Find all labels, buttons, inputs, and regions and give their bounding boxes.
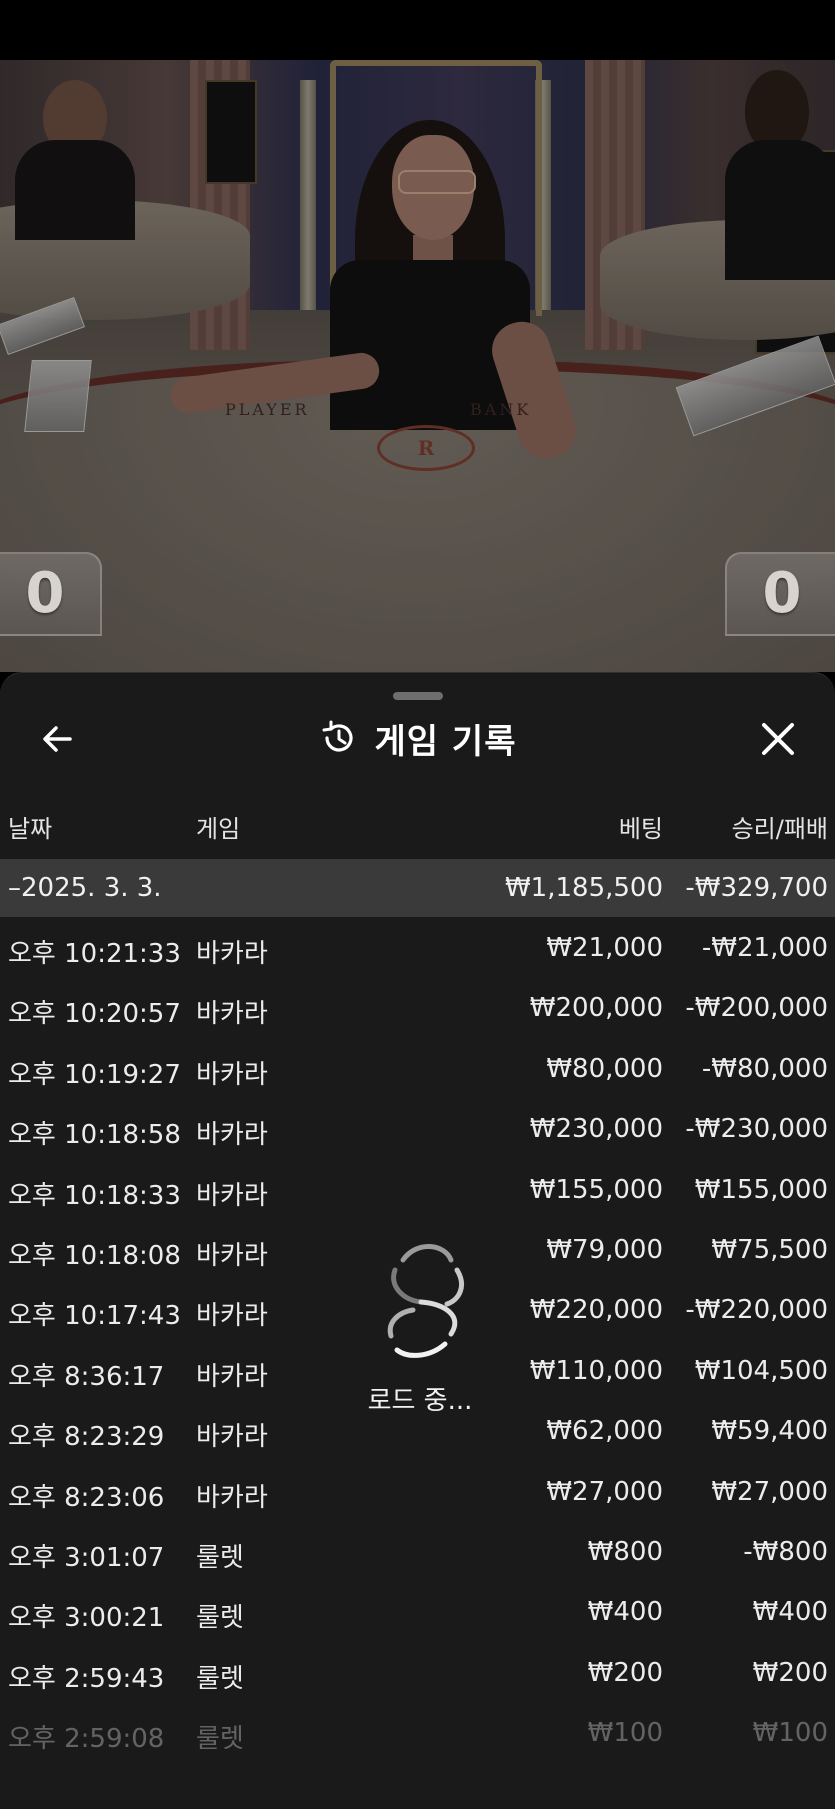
history-column-headers: 날짜 게임 베팅 승리/패배 (0, 809, 835, 849)
history-row[interactable]: 오후 2:59:43 룰렛 ₩200 ₩200 (0, 1642, 835, 1702)
row-bet: ₩230,000 (529, 1114, 663, 1145)
sheet-title: 게임 기록 (374, 721, 517, 762)
row-time: 오후 10:18:08 (8, 1240, 181, 1271)
row-game: 바카라 (196, 999, 268, 1030)
row-game: 룰렛 (196, 1603, 244, 1634)
row-time: 오후 2:59:43 (8, 1663, 165, 1694)
row-result: -₩200,000 (685, 993, 828, 1024)
row-bet: ₩62,000 (546, 1416, 663, 1447)
row-bet: ₩100 (587, 1718, 663, 1749)
row-game: 바카라 (196, 1240, 268, 1271)
row-result: -₩220,000 (685, 1295, 828, 1326)
row-result: ₩59,400 (711, 1416, 828, 1447)
row-bet: ₩27,000 (546, 1476, 663, 1507)
row-result: ₩75,500 (711, 1234, 828, 1265)
app-root: PLAYER BANK R 0 0 게임 기록 날짜 게임 베팅 승리/패배 –… (0, 0, 835, 1809)
row-bet: ₩400 (587, 1597, 663, 1628)
row-result: ₩100 (752, 1718, 828, 1749)
row-time: 오후 3:01:07 (8, 1542, 165, 1573)
sheet-drag-handle[interactable] (393, 692, 443, 700)
column-header-result: 승리/패배 (731, 815, 828, 843)
status-bar-area (0, 0, 835, 60)
history-row[interactable]: 오후 10:18:58 바카라 ₩230,000 -₩230,000 (0, 1098, 835, 1158)
row-bet: ₩21,000 (546, 933, 663, 963)
row-result: -₩80,000 (701, 1053, 828, 1084)
history-clock-icon (322, 720, 353, 752)
history-row[interactable]: 오후 10:19:27 바카라 ₩80,000 -₩80,000 (0, 1038, 835, 1098)
banker-score: 0 (725, 552, 835, 636)
row-game: 바카라 (196, 1180, 268, 1211)
row-game: 룰렛 (196, 1663, 244, 1694)
row-time: 오후 10:17:43 (8, 1301, 181, 1332)
row-time: 오후 8:23:29 (8, 1422, 165, 1453)
group-total-result: -₩329,700 (685, 873, 828, 903)
history-row[interactable]: 오후 10:20:57 바카라 ₩200,000 -₩200,000 (0, 977, 835, 1037)
row-bet: ₩200,000 (529, 993, 663, 1024)
history-row[interactable]: 오후 2:59:08 룰렛 ₩100 ₩100 (0, 1702, 835, 1762)
row-game: 룰렛 (196, 1724, 244, 1755)
history-row[interactable]: 오후 10:21:33 바카라 ₩21,000 -₩21,000 (0, 917, 835, 977)
close-button[interactable] (756, 717, 800, 761)
row-bet: ₩79,000 (546, 1234, 663, 1265)
row-result: -₩230,000 (685, 1114, 828, 1145)
row-result: -₩800 (743, 1536, 828, 1567)
row-game: 바카라 (196, 1059, 268, 1090)
column-header-game: 게임 (196, 815, 241, 843)
row-result: ₩400 (752, 1597, 828, 1628)
group-date: –2025. 3. 3. (8, 873, 162, 903)
history-row[interactable]: 오후 10:18:33 바카라 ₩155,000 ₩155,000 (0, 1159, 835, 1219)
row-result: ₩27,000 (711, 1476, 828, 1507)
row-game: 바카라 (196, 1422, 268, 1453)
row-game: 룰렛 (196, 1542, 244, 1573)
video-dim-overlay (0, 60, 835, 672)
row-time: 오후 10:18:33 (8, 1180, 181, 1211)
history-row[interactable]: 오후 3:00:21 룰렛 ₩400 ₩400 (0, 1581, 835, 1641)
column-header-date: 날짜 (8, 815, 53, 843)
row-game: 바카라 (196, 939, 268, 969)
row-time: 오후 10:21:33 (8, 939, 181, 969)
live-video-feed: PLAYER BANK R 0 0 (0, 60, 835, 672)
player-score: 0 (0, 552, 102, 636)
row-bet: ₩155,000 (529, 1174, 663, 1205)
close-icon (762, 723, 794, 755)
row-time: 오후 8:23:06 (8, 1482, 165, 1513)
row-result: -₩21,000 (701, 933, 828, 963)
sheet-header: 게임 기록 (0, 713, 835, 763)
row-result: ₩200 (752, 1657, 828, 1688)
row-time: 오후 8:36:17 (8, 1361, 165, 1392)
history-row[interactable]: 오후 3:01:07 룰렛 ₩800 -₩800 (0, 1521, 835, 1581)
loading-spinner-icon (387, 1244, 464, 1358)
row-time: 오후 10:19:27 (8, 1059, 181, 1090)
row-bet: ₩220,000 (529, 1295, 663, 1326)
group-total-bet: ₩1,185,500 (504, 873, 663, 903)
column-header-bet: 베팅 (618, 815, 663, 843)
row-game: 바카라 (196, 1361, 268, 1392)
row-time: 오후 2:59:08 (8, 1724, 165, 1755)
date-group-row[interactable]: –2025. 3. 3. ₩1,185,500 -₩329,700 (0, 859, 835, 917)
loading-label: 로드 중... (367, 1386, 473, 1416)
row-time: 오후 10:18:58 (8, 1120, 181, 1151)
row-bet: ₩80,000 (546, 1053, 663, 1084)
row-game: 바카라 (196, 1482, 268, 1513)
row-time: 오후 3:00:21 (8, 1603, 165, 1634)
history-row[interactable]: 오후 8:23:06 바카라 ₩27,000 ₩27,000 (0, 1461, 835, 1521)
row-result: ₩155,000 (694, 1174, 828, 1205)
row-bet: ₩200 (587, 1657, 663, 1688)
row-time: 오후 10:20:57 (8, 999, 181, 1030)
row-bet: ₩800 (587, 1536, 663, 1567)
row-game: 바카라 (196, 1120, 268, 1151)
row-result: ₩104,500 (694, 1355, 828, 1386)
row-bet: ₩110,000 (529, 1355, 663, 1386)
row-game: 바카라 (196, 1301, 268, 1332)
